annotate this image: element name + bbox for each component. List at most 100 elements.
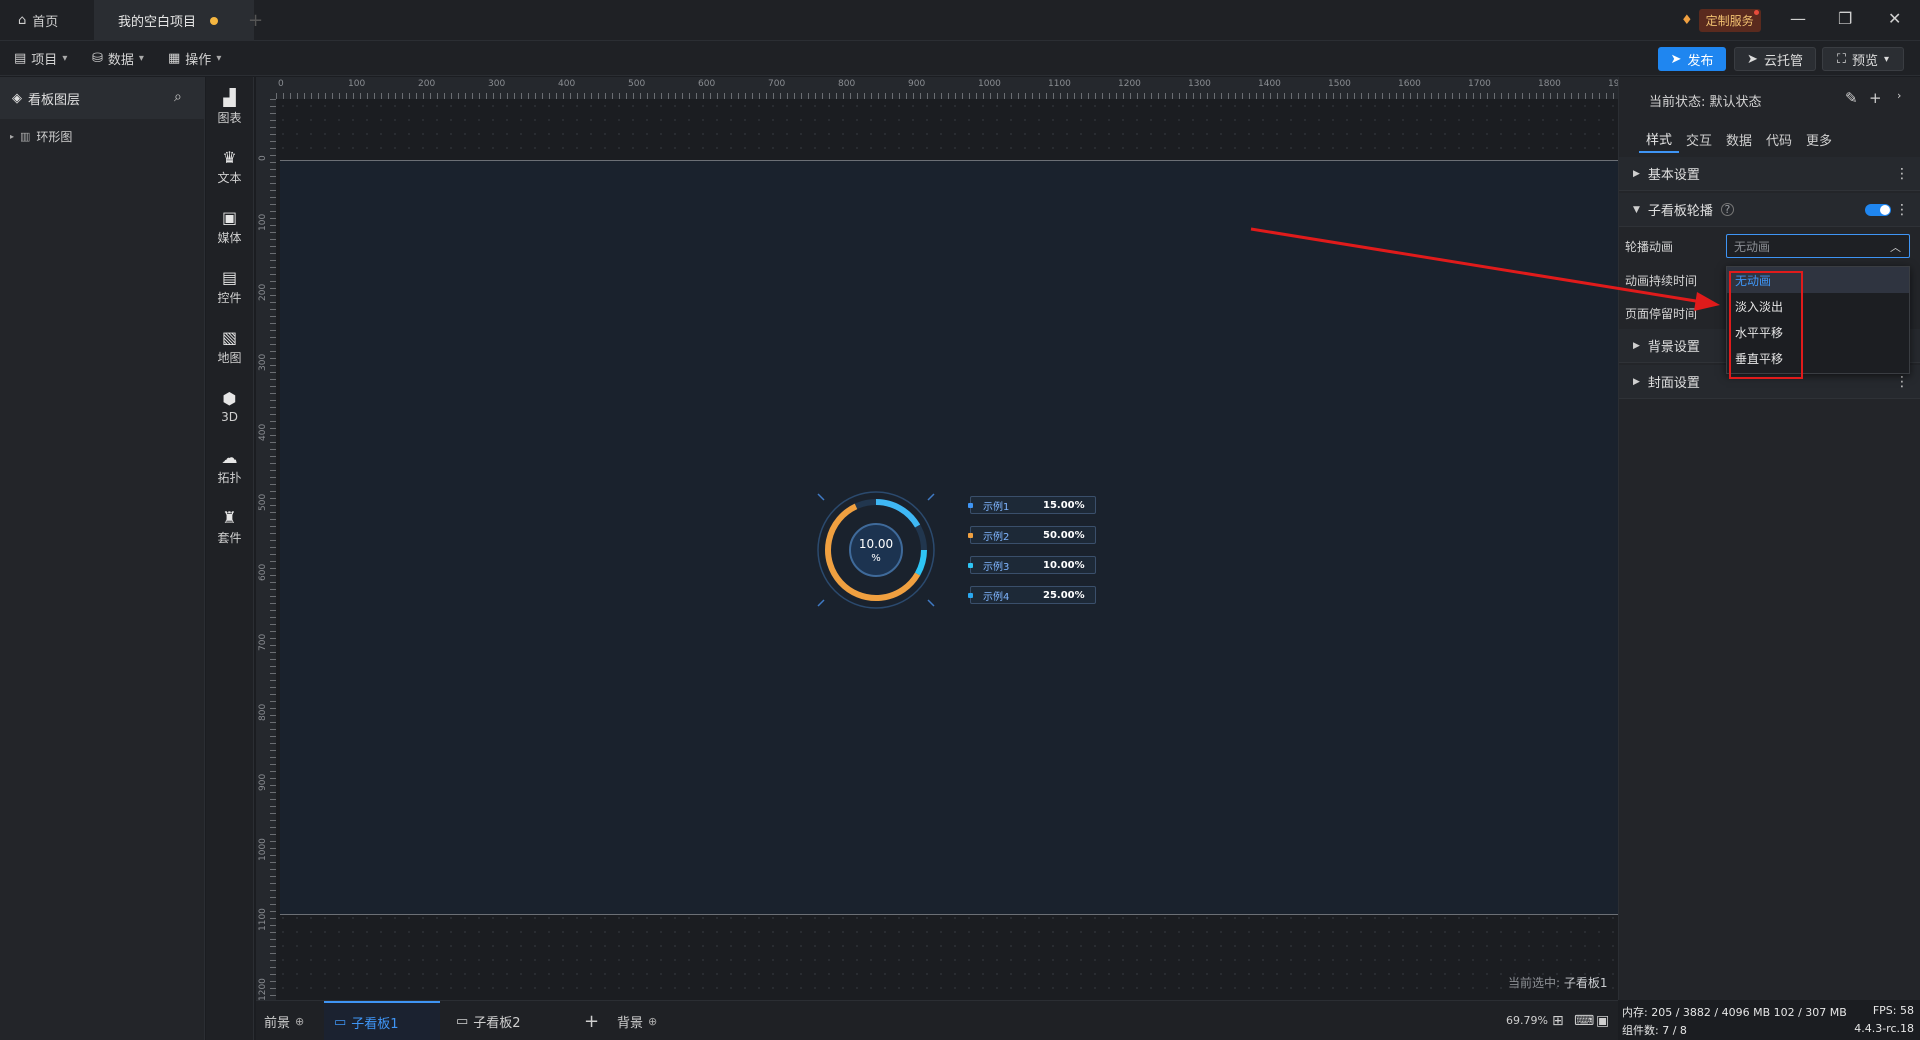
cloud-host-button[interactable]: ➤ 云托管 [1734,47,1816,71]
legend-name: 示例3 [983,561,1010,573]
grid-icon: ▦ [168,51,181,66]
keyboard-icon[interactable]: ⌨ [1574,1001,1594,1040]
ruler-tick-label: 1100 [258,908,268,931]
preview-button[interactable]: ⛶ 预览 ▾ [1822,47,1904,71]
title-bar: ⌂ 首页 我的空白项目 + ♦ 定制服务 — ❐ ✕ [0,0,1920,41]
tab-board2[interactable]: ▭ 子看板2 [456,1001,521,1040]
ruler-tick-label: 1500 [1328,79,1351,89]
comp-kit[interactable]: ♜ 套件 [206,497,253,557]
add-circle-icon[interactable]: ⊕ [648,1015,657,1028]
layer-item[interactable]: ▸ ▥ 环形图 [0,123,204,149]
tab-board2-label: 子看板2 [473,1015,521,1031]
field-anim-label: 轮播动画 [1625,240,1674,254]
tab-style[interactable]: 样式 [1639,125,1679,153]
tab-project-label: 我的空白项目 [118,15,197,30]
section-basic[interactable]: ▶ 基本设置 ⋮ [1619,157,1920,191]
comp-label: 文本 [217,170,242,185]
field-stay-label: 页面停留时间 [1625,307,1698,321]
annotation-box [1729,271,1803,379]
section-cover-label: 封面设置 [1647,376,1700,391]
ruler-corner [256,77,276,99]
ruler-tick-label: 100 [348,79,366,89]
legend-value: 50.00% [1043,529,1085,541]
database-icon: ⛁ [92,51,103,66]
comp-label: 3D [221,410,238,424]
tab-background[interactable]: 背景 ⊕ [617,1001,657,1040]
search-icon[interactable]: ⌕ [174,89,182,105]
more-vertical-icon[interactable]: ⋮ [1895,202,1909,218]
more-vertical-icon[interactable]: ⋮ [1895,374,1909,390]
custom-service[interactable]: ♦ 定制服务 [1681,9,1761,32]
ruler-tick-label: 900 [258,773,268,791]
vertical-ruler[interactable]: 0 100 200 300 400 500 600 700 800 900 1000 1100 1200 [256,99,276,1001]
collapse-icon: ▼ [1633,204,1640,215]
fit-screen-icon[interactable]: ⊞ [1552,1001,1564,1040]
comp-map[interactable]: ▧ 地图 [206,317,253,377]
menu-operate[interactable]: ▦ 操作 ▾ [168,41,221,76]
ruler-tick-label: 500 [628,79,646,89]
comp-text[interactable]: ♛ 文本 [206,137,253,197]
publish-button[interactable]: ➤ 发布 [1658,47,1726,71]
bar-chart-icon: ▟ [223,87,236,107]
terminal-icon[interactable]: ▣ [1596,1001,1609,1040]
layer-item-label: 环形图 [36,129,73,144]
comp-3d[interactable]: ⬢ 3D [206,377,253,437]
expand-icon[interactable]: ▸ [10,132,14,141]
more-vertical-icon[interactable]: ⋮ [1895,166,1909,182]
zoom-level[interactable]: 69.79% [1506,1014,1548,1027]
horizontal-ruler[interactable]: 0 100 200 300 400 500 600 700 800 900 1000 1100 1200… [276,77,1631,99]
ruler-tick-label: 700 [768,79,786,89]
chevron-right-icon[interactable]: › [1897,89,1901,102]
selected-hint-label: 当前选中: [1508,976,1561,990]
ring-center-value: 10.00 [859,537,893,551]
topology-icon: ☁ [221,447,238,467]
send-icon: ➤ [1670,51,1682,67]
legend-row-1: 示例1 15.00% [968,496,1096,514]
ruler-tick-label: 300 [488,79,506,89]
ruler-tick-label: 100 [258,213,268,231]
tab-home[interactable]: ⌂ 首页 [18,0,94,41]
menu-project[interactable]: ▤ 项目 ▾ [14,41,67,76]
ruler-tick-label: 0 [278,79,284,89]
tab-data[interactable]: 数据 [1719,125,1759,153]
map-icon: ▧ [221,327,238,347]
ruler-tick-label: 800 [258,703,268,721]
custom-service-badge: 定制服务 [1698,9,1761,32]
chart-layer-icon: ▥ [20,129,31,143]
ring-bracket-bl [817,599,825,607]
control-icon: ▤ [221,267,238,287]
comp-control[interactable]: ▤ 控件 [206,257,253,317]
ring-chart[interactable]: 10.00 % [800,490,960,620]
menu-data[interactable]: ⛁ 数据 ▾ [92,41,144,76]
add-board-icon[interactable]: + [584,1001,599,1040]
ruler-tick-label: 1700 [1468,79,1491,89]
tab-more[interactable]: 更多 [1799,125,1839,153]
minimize-icon[interactable]: — [1790,9,1806,28]
tab-project[interactable]: 我的空白项目 [94,0,254,41]
section-carousel[interactable]: ▼ 子看板轮播 ? ⋮ [1619,193,1920,227]
carousel-anim-select[interactable]: 无动画 ︿ [1726,234,1910,258]
restore-icon[interactable]: ❐ [1838,9,1852,28]
comp-chart[interactable]: ▟ 图表 [206,77,253,137]
legend-dot [968,532,973,538]
carousel-toggle[interactable] [1865,203,1891,216]
edit-icon[interactable]: ✎ [1845,89,1858,107]
help-icon[interactable]: ? [1720,203,1734,216]
tab-board1[interactable]: ▭ 子看板1 [324,1001,440,1040]
ruler-tick-label: 900 [908,79,926,89]
add-tab-icon[interactable]: + [248,10,263,31]
ruler-tick-label: 600 [698,79,716,89]
fullscreen-icon: ⛶ [1836,51,1847,67]
comp-topology[interactable]: ☁ 拓扑 [206,437,253,497]
close-icon[interactable]: ✕ [1888,9,1901,28]
tab-interaction[interactable]: 交互 [1679,125,1719,153]
ruler-tick-label: 800 [838,79,856,89]
comp-media[interactable]: ▣ 媒体 [206,197,253,257]
legend-dot [968,562,973,568]
tab-code[interactable]: 代码 [1759,125,1799,153]
add-circle-icon[interactable]: ⊕ [295,1015,304,1028]
tab-foreground[interactable]: 前景 ⊕ [264,1001,304,1040]
plus-icon[interactable]: + [1869,89,1882,107]
state-label: 当前状态: [1649,95,1706,110]
tab-home-label: 首页 [32,15,59,30]
